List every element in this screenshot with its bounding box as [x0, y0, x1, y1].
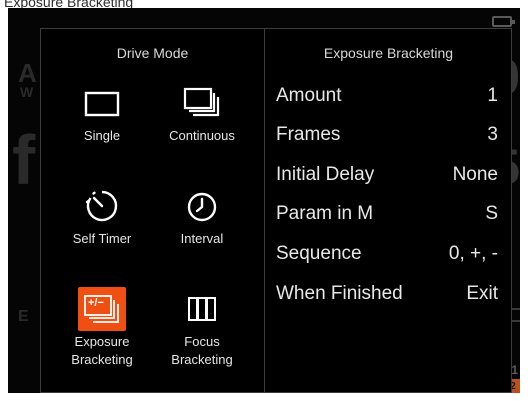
battery-icon: [492, 16, 515, 27]
setting-label: When Finished: [276, 283, 403, 304]
setting-value: S: [485, 203, 498, 224]
bg-aperture-letter: f: [12, 121, 36, 199]
interval-icon: [180, 184, 224, 228]
exposure-bracketing-icon: +/−: [78, 287, 126, 331]
drive-option-focus-bracketing[interactable]: Focus Bracketing: [152, 287, 252, 369]
drive-option-single[interactable]: Single: [52, 81, 152, 145]
setting-label: Amount: [276, 85, 342, 106]
column-divider: [264, 29, 265, 392]
setting-value: Exit: [466, 283, 498, 304]
drive-option-exposure-bracketing[interactable]: +/− Exposure Bracketing: [52, 287, 152, 369]
setting-row-amount[interactable]: Amount 1: [276, 82, 498, 110]
drive-option-label: Continuous: [169, 128, 235, 143]
bg-shot-count: 1: [511, 363, 518, 377]
focus-bracketing-icon: [180, 287, 224, 331]
setting-value: 0, +, -: [448, 243, 498, 264]
drive-option-label: Exposure Bracketing: [52, 333, 152, 369]
setting-value: 1: [487, 85, 498, 106]
setting-row-when-finished[interactable]: When Finished Exit: [276, 280, 498, 308]
setting-label: Sequence: [276, 243, 362, 264]
single-frame-icon: [80, 81, 124, 125]
setting-row-initial-delay[interactable]: Initial Delay None: [276, 161, 498, 189]
camera-screen: A W f E 0 5 1 2 Drive Mode Exposure Brac…: [8, 8, 520, 393]
bg-ev-letter: E: [18, 308, 29, 325]
drive-option-label-line: Bracketing: [171, 352, 233, 367]
setting-label: Initial Delay: [276, 164, 375, 185]
drive-option-label: Single: [83, 128, 121, 143]
setting-value: 3: [487, 124, 498, 145]
plus-minus-icon: +/−: [88, 297, 104, 309]
self-timer-icon: [80, 184, 124, 228]
drive-option-continuous[interactable]: Continuous: [152, 81, 252, 145]
continuous-icon: [180, 81, 224, 125]
setting-label: Param in M: [276, 203, 374, 224]
drive-option-label: Focus Bracketing: [152, 333, 252, 369]
drive-option-self-timer[interactable]: Self Timer: [52, 184, 152, 248]
setting-row-frames[interactable]: Frames 3: [276, 121, 498, 149]
setting-row-sequence[interactable]: Sequence 0, +, -: [276, 240, 498, 268]
exposure-bracketing-title: Exposure Bracketing: [323, 45, 454, 61]
bg-wb-letter: W: [20, 84, 34, 100]
setting-row-param-in-m[interactable]: Param in M S: [276, 200, 498, 228]
setting-value: None: [452, 164, 498, 185]
drive-option-label-line: Exposure: [74, 334, 130, 349]
setting-label: Frames: [276, 124, 341, 145]
drive-option-interval[interactable]: Interval: [152, 184, 252, 248]
drive-mode-title: Drive Mode: [116, 45, 189, 61]
drive-option-label-line: Focus: [184, 334, 220, 349]
drive-option-label: Interval: [180, 231, 224, 246]
drive-option-label-line: Bracketing: [71, 352, 133, 367]
drive-option-label: Self Timer: [72, 231, 132, 246]
